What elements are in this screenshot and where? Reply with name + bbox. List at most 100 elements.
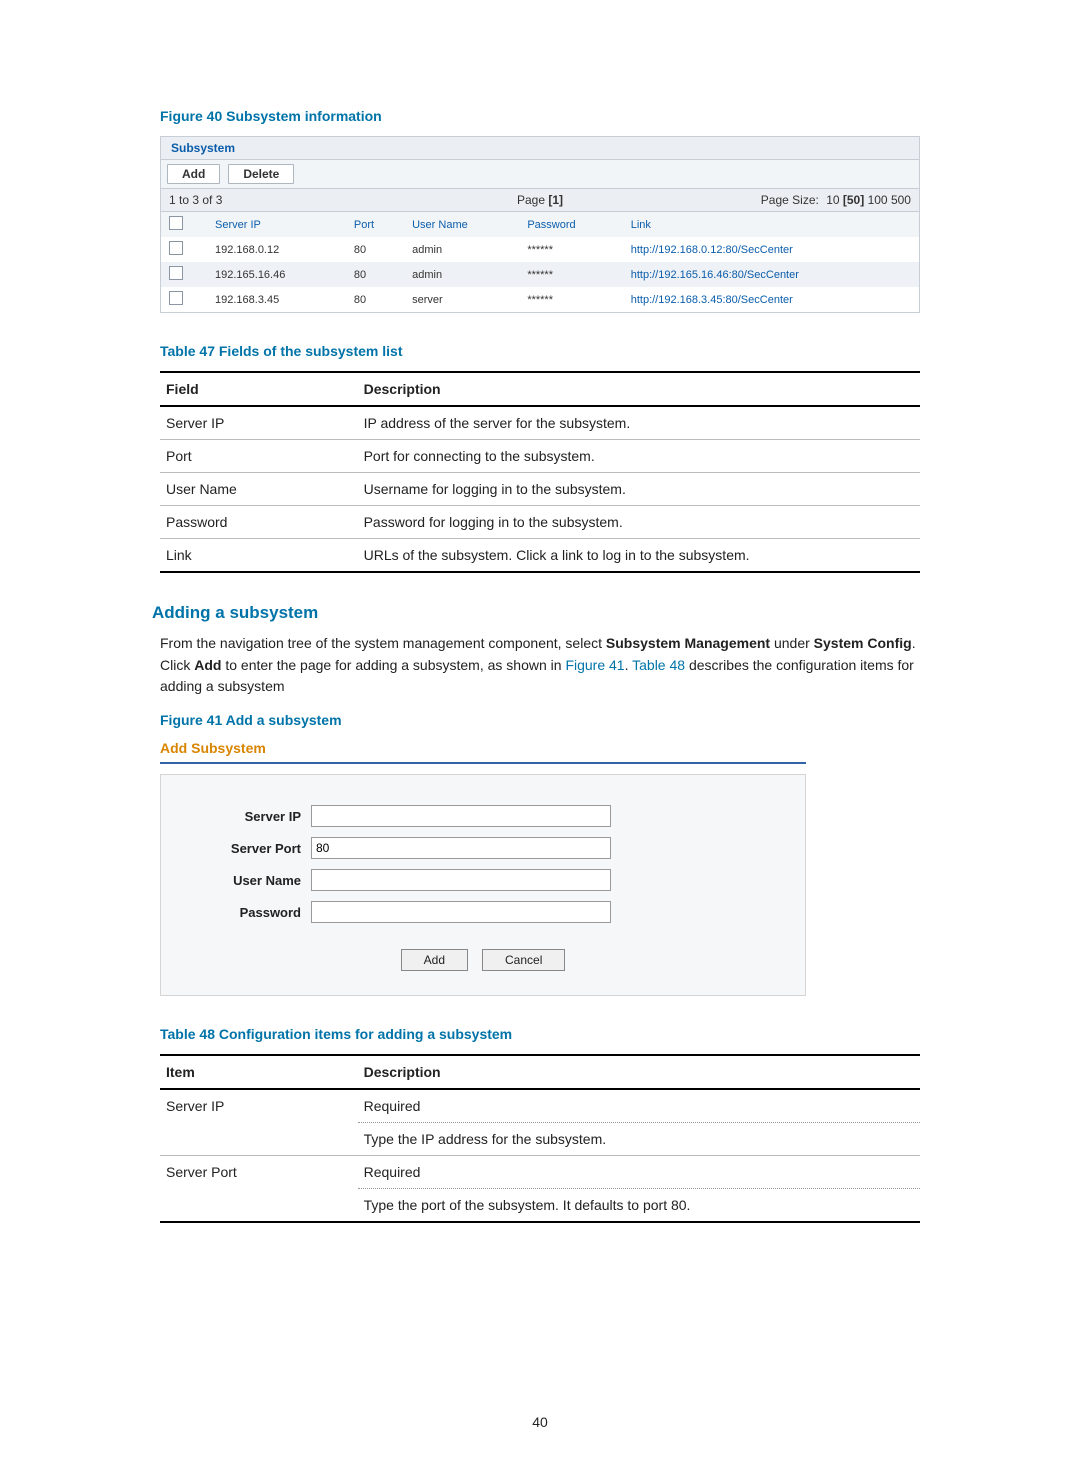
table-47-caption: Table 47 Fields of the subsystem list (160, 343, 920, 359)
page-number: 40 (0, 1414, 1080, 1430)
field-desc: Username for logging in to the subsystem… (358, 473, 920, 506)
figure-41-caption: Figure 41 Add a subsystem (160, 712, 920, 728)
para-bold: Subsystem Management (606, 635, 770, 651)
item-name: Server Port (160, 1156, 358, 1189)
page-size-500[interactable]: 500 (891, 193, 911, 207)
label-password: Password (191, 905, 311, 920)
form-add-button[interactable]: Add (401, 949, 468, 971)
subsystem-toolbar: Add Delete (161, 160, 919, 189)
subsystem-panel: Subsystem Add Delete 1 to 3 of 3 Page [1… (160, 136, 920, 313)
add-subsystem-form-title: Add Subsystem (160, 740, 806, 764)
para-text: From the navigation tree of the system m… (160, 635, 606, 651)
cell-server-ip: 192.168.0.12 (207, 237, 346, 262)
header-desc: Description (358, 372, 920, 406)
pager-page-label: Page (517, 193, 545, 207)
add-subsystem-form: Server IP Server Port User Name Password… (160, 774, 806, 996)
col-password[interactable]: Password (519, 212, 622, 237)
heading-adding-subsystem: Adding a subsystem (152, 603, 920, 623)
cell-port: 80 (346, 262, 404, 287)
field-desc: Port for connecting to the subsystem. (358, 440, 920, 473)
table-48-caption: Table 48 Configuration items for adding … (160, 1026, 920, 1042)
cell-user: admin (404, 237, 519, 262)
field-name: Port (160, 440, 358, 473)
doc-table-row: Type the IP address for the subsystem. (160, 1123, 920, 1156)
item-desc-line: Type the IP address for the subsystem. (358, 1123, 920, 1156)
subsystem-table-header-row: Server IP Port User Name Password Link (161, 212, 919, 237)
cell-password: ****** (519, 237, 622, 262)
label-server-port: Server Port (191, 841, 311, 856)
doc-table-row: Server IP Required (160, 1089, 920, 1123)
form-cancel-button[interactable]: Cancel (482, 949, 565, 971)
cell-user: server (404, 287, 519, 312)
figure-41-link[interactable]: Figure 41 (565, 657, 624, 673)
delete-button[interactable]: Delete (228, 164, 294, 184)
form-row-server-port: Server Port (191, 837, 775, 859)
label-server-ip: Server IP (191, 809, 311, 824)
pager-page: Page [1] (392, 193, 689, 207)
cell-link[interactable]: http://192.168.3.45:80/SecCenter (631, 294, 793, 306)
input-user-name[interactable] (311, 869, 611, 891)
col-user-name[interactable]: User Name (404, 212, 519, 237)
para-bold: System Config (814, 635, 912, 651)
field-name: Password (160, 506, 358, 539)
cell-port: 80 (346, 287, 404, 312)
cell-password: ****** (519, 287, 622, 312)
field-desc: IP address of the server for the subsyst… (358, 406, 920, 440)
page-size-10[interactable]: 10 (826, 193, 839, 207)
subsystem-pager: 1 to 3 of 3 Page [1] Page Size: 10 [50] … (161, 189, 919, 212)
label-user-name: User Name (191, 873, 311, 888)
header-field: Field (160, 372, 358, 406)
form-button-row: Add Cancel (191, 949, 775, 971)
cell-server-ip: 192.165.16.46 (207, 262, 346, 287)
col-link[interactable]: Link (623, 212, 919, 237)
row-checkbox[interactable] (169, 241, 183, 255)
item-name-blank (160, 1123, 358, 1156)
doc-table-row: Link URLs of the subsystem. Click a link… (160, 539, 920, 573)
field-desc: Password for logging in to the subsystem… (358, 506, 920, 539)
item-name-blank (160, 1189, 358, 1223)
table-row: 192.165.16.46 80 admin ****** http://192… (161, 262, 919, 287)
cell-port: 80 (346, 237, 404, 262)
header-item: Item (160, 1055, 358, 1089)
para-text: under (770, 635, 814, 651)
input-server-port[interactable] (311, 837, 611, 859)
cell-user: admin (404, 262, 519, 287)
row-checkbox[interactable] (169, 291, 183, 305)
field-name: User Name (160, 473, 358, 506)
page-size-label: Page Size: (761, 193, 819, 207)
doc-table-row: Server Port Required (160, 1156, 920, 1189)
form-row-password: Password (191, 901, 775, 923)
input-server-ip[interactable] (311, 805, 611, 827)
doc-table-row: Type the port of the subsystem. It defau… (160, 1189, 920, 1223)
para-text: to enter the page for adding a subsystem… (221, 657, 565, 673)
form-row-user-name: User Name (191, 869, 775, 891)
form-row-server-ip: Server IP (191, 805, 775, 827)
cell-link[interactable]: http://192.165.16.46:80/SecCenter (631, 269, 799, 281)
pager-page-current: [1] (548, 193, 563, 207)
row-checkbox[interactable] (169, 266, 183, 280)
pager-sizes: Page Size: 10 [50] 100 500 (688, 193, 911, 207)
page-size-100[interactable]: 100 (868, 193, 888, 207)
doc-table-header-row: Item Description (160, 1055, 920, 1089)
para-bold: Add (194, 657, 221, 673)
item-desc-line: Required (358, 1156, 920, 1189)
item-desc-line: Required (358, 1089, 920, 1123)
table-48: Item Description Server IP Required Type… (160, 1054, 920, 1223)
header-desc: Description (358, 1055, 920, 1089)
item-name: Server IP (160, 1089, 358, 1123)
select-all-checkbox[interactable] (169, 216, 183, 230)
cell-link[interactable]: http://192.168.0.12:80/SecCenter (631, 244, 793, 256)
field-name: Link (160, 539, 358, 573)
table-48-link[interactable]: Table 48 (632, 657, 685, 673)
table-47: Field Description Server IP IP address o… (160, 371, 920, 573)
adding-subsystem-paragraph: From the navigation tree of the system m… (160, 633, 920, 698)
item-desc-line: Type the port of the subsystem. It defau… (358, 1189, 920, 1223)
add-subsystem-figure: Add Subsystem Server IP Server Port User… (160, 740, 920, 996)
col-server-ip[interactable]: Server IP (207, 212, 346, 237)
doc-table-row: Port Port for connecting to the subsyste… (160, 440, 920, 473)
input-password[interactable] (311, 901, 611, 923)
col-port[interactable]: Port (346, 212, 404, 237)
add-button[interactable]: Add (167, 164, 220, 184)
doc-table-header-row: Field Description (160, 372, 920, 406)
page-size-50[interactable]: [50] (843, 193, 864, 207)
